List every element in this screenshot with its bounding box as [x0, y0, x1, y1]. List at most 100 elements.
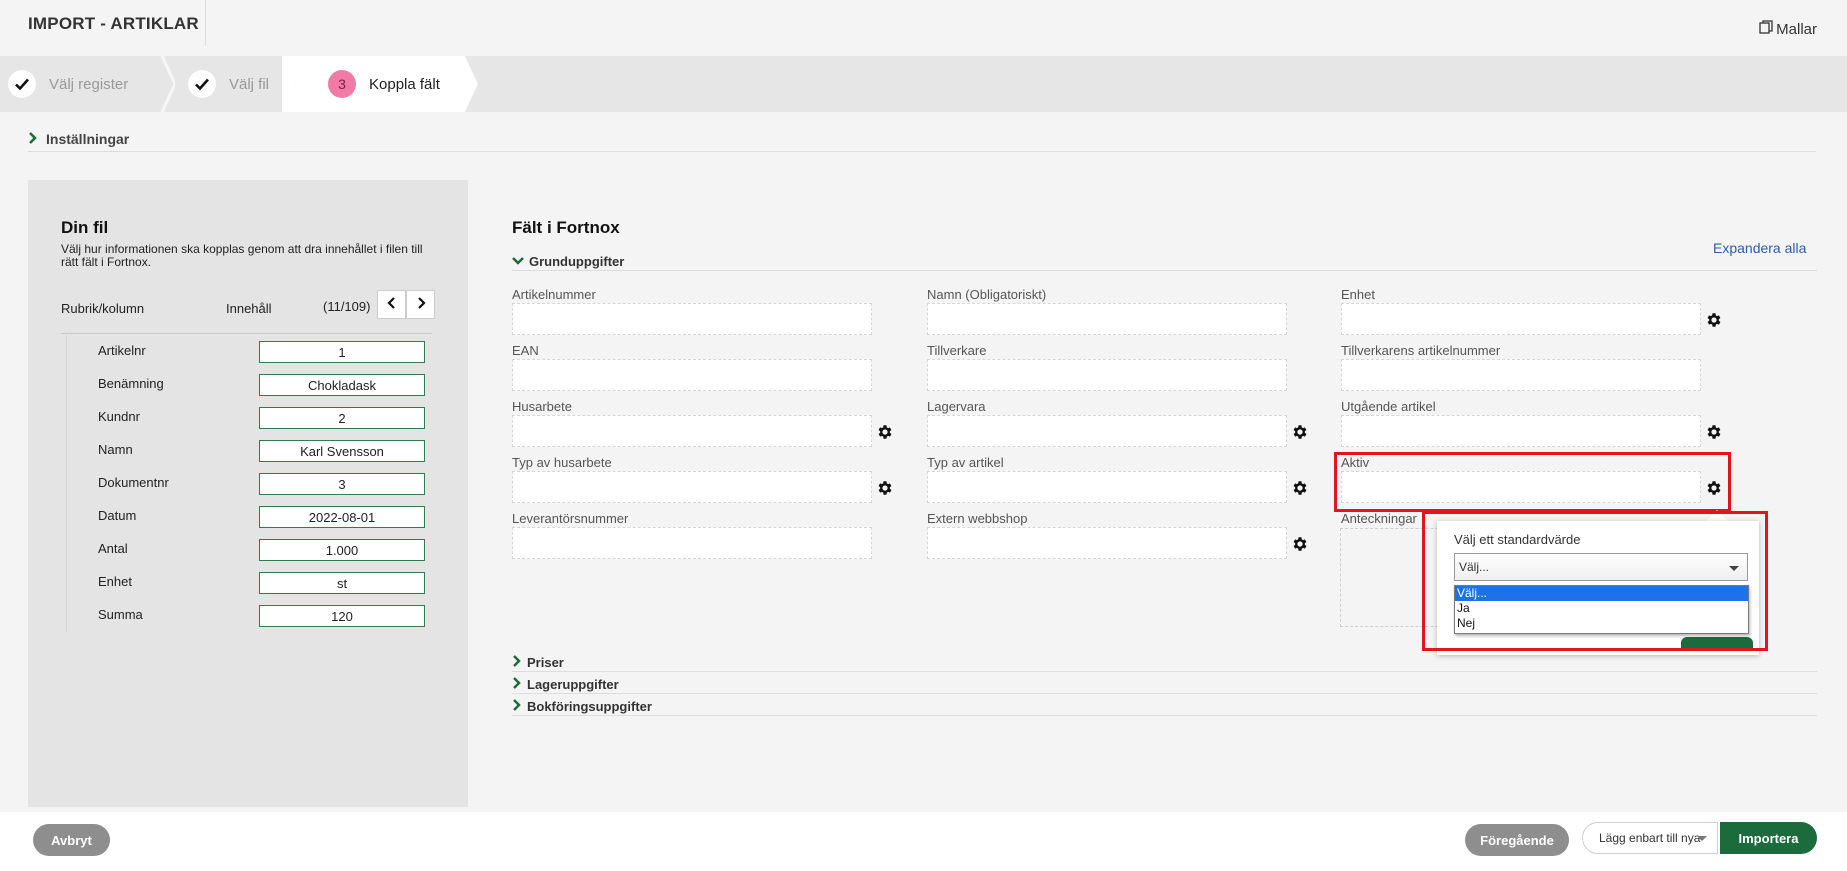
discontinued-article-dropzone[interactable] — [1341, 415, 1701, 447]
file-row: Artikelnr 1 — [61, 335, 432, 368]
file-row-name: Namn — [98, 442, 133, 457]
cancel-button[interactable]: Avbryt — [33, 824, 110, 856]
field-label: Husarbete — [512, 399, 572, 414]
unit-settings-gear-icon[interactable] — [1705, 311, 1723, 329]
field-label: Lagervara — [927, 399, 986, 414]
step-label: Välj register — [49, 75, 129, 93]
divider — [512, 270, 1817, 271]
file-row-value-draggable[interactable]: 2 — [259, 407, 425, 429]
external-webshop-dropzone[interactable] — [927, 527, 1287, 559]
step-number: 3 — [328, 70, 356, 98]
column-header-content: Innehåll — [226, 301, 272, 316]
house-work-type-dropzone[interactable] — [512, 471, 872, 503]
settings-toggle[interactable]: Inställningar — [28, 131, 129, 147]
file-row: Enhet st — [61, 566, 432, 599]
chevron-right-icon — [28, 131, 38, 147]
file-row-value-draggable[interactable]: Chokladask — [259, 374, 425, 396]
group-stock-info[interactable]: Lageruppgifter — [512, 677, 619, 692]
next-row-button[interactable] — [406, 290, 435, 319]
group-accounting-info[interactable]: Bokföringsuppgifter — [512, 699, 652, 714]
manufacturer-article-number-dropzone[interactable] — [1341, 359, 1701, 391]
field-label: Artikelnummer — [512, 287, 596, 302]
divider — [28, 151, 1816, 152]
discontinued-settings-gear-icon[interactable] — [1705, 423, 1723, 441]
step-label: Koppla fält — [369, 75, 440, 93]
manufacturer-dropzone[interactable] — [927, 359, 1287, 391]
import-mode-label: Lägg enbart till nya — [1599, 831, 1701, 845]
file-row-name: Summa — [98, 607, 143, 622]
file-row-value-draggable[interactable]: 1.000 — [259, 539, 425, 561]
import-button[interactable]: Importera — [1720, 822, 1817, 854]
external-webshop-settings-gear-icon[interactable] — [1291, 535, 1309, 553]
ean-dropzone[interactable] — [512, 359, 872, 391]
step-label: Välj fil — [229, 75, 270, 93]
supplier-number-dropzone[interactable] — [512, 527, 872, 559]
field-label: Extern webbshop — [927, 511, 1028, 526]
stock-item-settings-gear-icon[interactable] — [1291, 423, 1309, 441]
caret-down-icon — [1697, 836, 1707, 841]
page-title: IMPORT - ARTIKLAR — [28, 14, 199, 33]
file-row-name: Dokumentnr — [98, 475, 169, 490]
file-row: Antal 1.000 — [61, 533, 432, 566]
field-label: Typ av artikel — [927, 455, 1004, 470]
field-label: Anteckningar — [1341, 511, 1417, 526]
group-prices[interactable]: Priser — [512, 655, 564, 670]
file-row: Datum 2022-08-01 — [61, 500, 432, 533]
previous-button[interactable]: Föregående — [1465, 824, 1569, 856]
chevron-right-icon — [512, 655, 522, 670]
file-row-value-draggable[interactable]: 3 — [259, 473, 425, 495]
article-number-dropzone[interactable] — [512, 303, 872, 335]
article-type-settings-gear-icon[interactable] — [1291, 479, 1309, 497]
fortnox-fields-title: Fält i Fortnox — [512, 218, 620, 237]
highlight-popup — [1422, 511, 1768, 651]
house-work-type-settings-gear-icon[interactable] — [876, 479, 894, 497]
file-row: Benämning Chokladask — [61, 368, 432, 401]
footer-bar — [0, 812, 1847, 871]
file-row-name: Artikelnr — [98, 343, 146, 358]
field-label: Leverantörsnummer — [512, 511, 629, 526]
previous-row-button[interactable] — [377, 290, 406, 319]
step-map-fields[interactable]: 3 Koppla fält — [328, 56, 440, 112]
file-row-value-draggable[interactable]: st — [259, 572, 425, 594]
check-icon — [8, 70, 36, 98]
step-choose-file[interactable]: Välj fil — [188, 56, 269, 112]
field-label: Enhet — [1341, 287, 1375, 302]
file-row: Kundnr 2 — [61, 401, 432, 434]
wizard-steps: Välj register Välj fil 3 Koppla fält — [0, 56, 1847, 112]
templates-button[interactable]: Mallar — [1759, 20, 1817, 38]
file-row-value-draggable[interactable]: 120 — [259, 605, 425, 627]
file-panel-description: Välj hur informationen ska kopplas genom… — [61, 242, 423, 269]
unit-dropzone[interactable] — [1341, 303, 1701, 335]
top-bar: IMPORT - ARTIKLAR Mallar — [0, 0, 1847, 56]
file-row-name: Kundnr — [98, 409, 140, 424]
field-label: Tillverkare — [927, 343, 987, 358]
file-row-value-draggable[interactable]: 1 — [259, 341, 425, 363]
group-label: Bokföringsuppgifter — [527, 699, 652, 714]
import-mode-select[interactable]: Lägg enbart till nya — [1582, 822, 1718, 854]
row-counter: (11/109) — [323, 299, 371, 314]
field-label: Tillverkarens artikelnummer — [1341, 343, 1501, 358]
column-header-field: Rubrik/kolumn — [61, 301, 145, 316]
file-row-value-draggable[interactable]: 2022-08-01 — [259, 506, 425, 528]
article-type-dropzone[interactable] — [927, 471, 1287, 503]
house-work-dropzone[interactable] — [512, 415, 872, 447]
highlight-active-field — [1334, 452, 1731, 512]
field-label: Typ av husarbete — [512, 455, 612, 470]
group-label: Grunduppgifter — [529, 254, 625, 269]
name-dropzone[interactable] — [927, 303, 1287, 335]
step-choose-register[interactable]: Välj register — [8, 56, 128, 112]
house-work-settings-gear-icon[interactable] — [876, 423, 894, 441]
stock-item-dropzone[interactable] — [927, 415, 1287, 447]
templates-label: Mallar — [1776, 20, 1817, 38]
file-panel: Din fil Välj hur informationen ska koppl… — [28, 180, 468, 807]
expand-all-link[interactable]: Expandera alla — [1713, 240, 1806, 256]
chevron-left-icon — [386, 296, 398, 314]
group-basic-info[interactable]: Grunduppgifter — [512, 254, 624, 269]
divider — [61, 333, 432, 334]
file-row-name: Datum — [98, 508, 137, 523]
chevron-down-icon — [512, 254, 524, 269]
settings-label: Inställningar — [46, 131, 130, 147]
file-row-value-draggable[interactable]: Karl Svensson — [259, 440, 425, 462]
file-row: Namn Karl Svensson — [61, 434, 432, 467]
file-row-name: Enhet — [98, 574, 132, 589]
